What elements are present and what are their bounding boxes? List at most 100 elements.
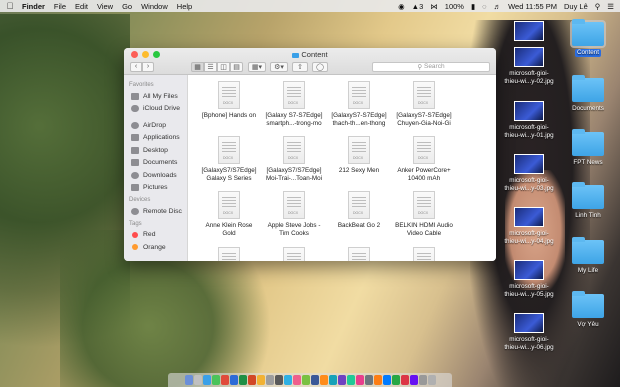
sidebar-item-airdrop[interactable]: AirDrop xyxy=(124,119,187,132)
file-item[interactable]: DOCX [GalaxyS7/S7Edge] Moi-Trai-...Toan-Mo… xyxy=(259,136,329,183)
tags-icon[interactable]: ◯ xyxy=(312,61,328,72)
sidebar-item-documents[interactable]: Documents xyxy=(124,157,187,170)
app-dock-icon[interactable] xyxy=(346,375,355,385)
desktop-image-06[interactable]: microsoft-gioi-thieu-wi...y-06.jpg xyxy=(494,313,564,352)
notification-icon[interactable]: ▲3 xyxy=(412,2,424,11)
file-item[interactable]: DOCX Apple Steve Jobs - Tim Cooks xyxy=(259,191,329,238)
file-label: [GalaxyS7-S7Edge] Chuyen-Gia-Noi-Gi xyxy=(396,112,452,127)
file-item[interactable]: DOCX BackBeat Go 2 xyxy=(324,191,394,230)
downloads-dock-icon[interactable] xyxy=(418,375,427,385)
icon-view-icon[interactable]: ▦ xyxy=(191,61,204,72)
sidebar-tag-orange[interactable]: Orange xyxy=(124,241,187,254)
back-button[interactable]: ‹ xyxy=(130,61,142,72)
menu-app-finder[interactable]: Finder xyxy=(22,2,45,11)
share-icon[interactable]: ⇧ xyxy=(292,61,308,72)
file-item[interactable]: DOCX 212 Sexy Men xyxy=(324,136,394,175)
file-item[interactable]: DOCX BELKIN HDMI Audio Video Cable xyxy=(389,191,459,238)
menu-edit[interactable]: Edit xyxy=(75,2,88,11)
notification-center-icon[interactable]: ☰ xyxy=(607,2,614,11)
sidebar-item-pictures[interactable]: Pictures xyxy=(124,182,187,195)
user-name[interactable]: Duy Lê xyxy=(564,2,588,11)
search-input[interactable]: ⚲ Search xyxy=(372,61,490,72)
messages-dock-icon[interactable] xyxy=(211,375,220,385)
sidebar-item-remote-disc[interactable]: Remote Disc xyxy=(124,205,187,218)
desktop-image-top[interactable] xyxy=(494,21,564,41)
settings-dock-icon[interactable] xyxy=(265,375,274,385)
menu-view[interactable]: View xyxy=(97,2,113,11)
app-dock-icon[interactable] xyxy=(409,375,418,385)
safari-dock-icon[interactable] xyxy=(202,375,211,385)
app-dock-icon[interactable] xyxy=(364,375,373,385)
file-item[interactable]: DOCX [GalaxyS7-S7Edge] thach-th...en-thong xyxy=(324,81,394,128)
docx-icon: DOCX xyxy=(413,136,435,164)
menu-window[interactable]: Window xyxy=(141,2,168,11)
wifi-icon[interactable]: ◌ xyxy=(482,2,486,11)
app-dock-icon[interactable] xyxy=(319,375,328,385)
image-thumbnail xyxy=(514,207,544,227)
clock[interactable]: Wed 11:55 PM xyxy=(508,2,557,11)
battery-percent[interactable]: 100% xyxy=(445,2,464,11)
action-gear-icon[interactable]: ⚙▾ xyxy=(270,61,288,72)
sidebar-item-desktop[interactable]: Desktop xyxy=(124,144,187,157)
arrange-button[interactable]: ▦▾ xyxy=(248,61,266,72)
desktop-image-01[interactable]: microsoft-gioi-thieu-wi...y-01.jpg xyxy=(494,101,564,140)
file-item-partial[interactable] xyxy=(324,247,394,261)
file-item[interactable]: DOCX [Bphone] Hands on xyxy=(194,81,264,120)
file-item-partial[interactable] xyxy=(259,247,329,261)
file-item-partial[interactable] xyxy=(194,247,264,261)
volume-icon[interactable]: ♬ xyxy=(494,2,502,11)
app-dock-icon[interactable] xyxy=(400,375,409,385)
app-dock-icon[interactable] xyxy=(310,375,319,385)
app-dock-icon[interactable] xyxy=(328,375,337,385)
spotlight-icon[interactable]: ⚲ xyxy=(595,2,601,11)
app-dock-icon[interactable] xyxy=(373,375,382,385)
powerpoint-dock-icon[interactable] xyxy=(247,375,256,385)
forward-button[interactable]: › xyxy=(142,61,154,72)
app-dock-icon[interactable] xyxy=(382,375,391,385)
menu-help[interactable]: Help xyxy=(177,2,192,11)
title-bar[interactable]: Content ‹ › ▦ ☰ ◫ ▤ ▦▾ ⚙▾ ⇧ ◯ ⚲ Search xyxy=(124,48,496,75)
itunes-dock-icon[interactable] xyxy=(292,375,301,385)
terminal-dock-icon[interactable] xyxy=(274,375,283,385)
docx-icon xyxy=(283,247,305,261)
notes-dock-icon[interactable] xyxy=(256,375,265,385)
word-dock-icon[interactable] xyxy=(229,375,238,385)
file-label: [Bphone] Hands on xyxy=(202,112,256,119)
excel-dock-icon[interactable] xyxy=(238,375,247,385)
sidebar-item-applications[interactable]: Applications xyxy=(124,132,187,145)
messages-icon[interactable]: ◉ xyxy=(398,2,405,11)
app-dock-icon[interactable] xyxy=(355,375,364,385)
sidebar-item-all-my-files[interactable]: All My Files xyxy=(124,90,187,103)
file-item-partial[interactable] xyxy=(389,247,459,261)
file-item[interactable]: DOCX Anne Klein Rose Gold xyxy=(194,191,264,238)
file-label: Apple Steve Jobs - Tim Cooks xyxy=(267,222,321,237)
sidebar-tag-red[interactable]: Red xyxy=(124,229,187,242)
file-item[interactable]: DOCX [GalaxyS7/S7Edge] Galaxy S Series xyxy=(194,136,264,183)
desktop-image-04[interactable]: microsoft-gioi-thieu-wi...y-04.jpg xyxy=(494,207,564,246)
sidebar-item-icloud-drive[interactable]: iCloud Drive xyxy=(124,103,187,116)
photos-dock-icon[interactable] xyxy=(301,375,310,385)
bluetooth-icon[interactable]: ⋈ xyxy=(430,2,438,11)
apple-menu-icon[interactable]:  xyxy=(6,1,14,11)
app-dock-icon[interactable] xyxy=(337,375,346,385)
file-item[interactable]: DOCX [GalaxyS7-S7Edge] Chuyen-Gia-Noi-Gi xyxy=(389,81,459,128)
menu-file[interactable]: File xyxy=(54,2,66,11)
menu-go[interactable]: Go xyxy=(122,2,132,11)
app-dock-icon[interactable] xyxy=(391,375,400,385)
airdrop-icon xyxy=(131,121,139,129)
desktop-image-05[interactable]: microsoft-gioi-thieu-wi...y-05.jpg xyxy=(494,260,564,299)
desktop-image-03[interactable]: microsoft-gioi-thieu-wi...y-03.jpg xyxy=(494,154,564,193)
launchpad-dock-icon[interactable] xyxy=(193,375,202,385)
file-item[interactable]: DOCX [Galaxy S7-S7Edge] smartph...-trong-m… xyxy=(259,81,329,128)
trash-dock-icon[interactable] xyxy=(427,375,436,385)
appstore-dock-icon[interactable] xyxy=(283,375,292,385)
desktop-image-02[interactable]: microsoft-gioi-thieu-wi...y-02.jpg xyxy=(494,47,564,86)
file-item[interactable]: DOCX Anker PowerCore+ 10400 mAh xyxy=(389,136,459,183)
finder-dock-icon[interactable] xyxy=(184,375,193,385)
list-view-icon[interactable]: ☰ xyxy=(204,61,217,72)
cover-flow-icon[interactable]: ▤ xyxy=(230,61,243,72)
sidebar-item-downloads[interactable]: Downloads xyxy=(124,169,187,182)
notification-count: 3 xyxy=(419,1,424,11)
column-view-icon[interactable]: ◫ xyxy=(217,61,230,72)
chrome-dock-icon[interactable] xyxy=(220,375,229,385)
